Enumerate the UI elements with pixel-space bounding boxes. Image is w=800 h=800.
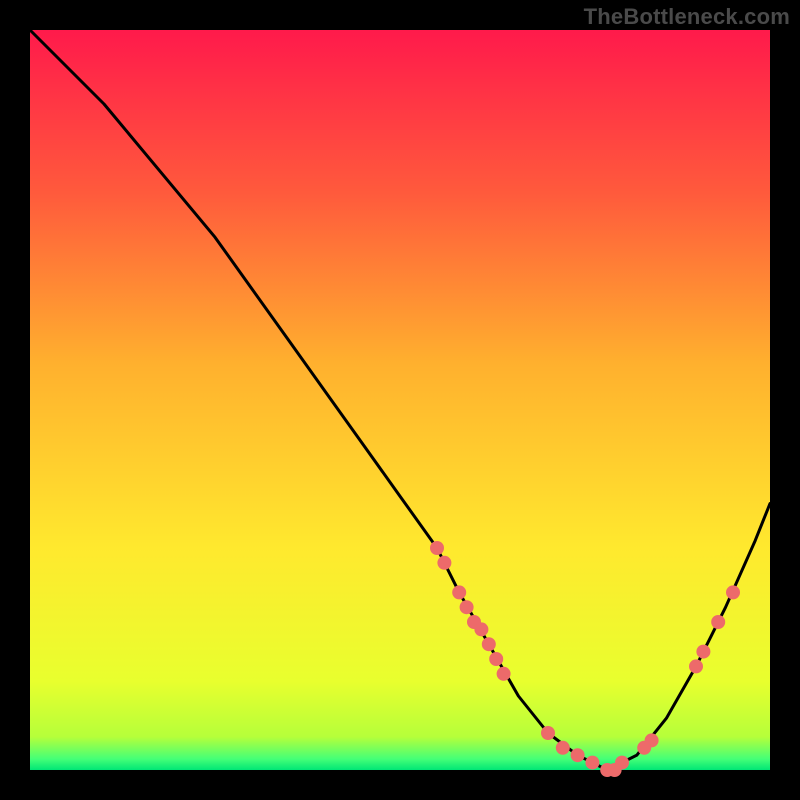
data-marker — [437, 556, 451, 570]
data-marker — [541, 726, 555, 740]
data-marker — [585, 756, 599, 770]
data-marker — [474, 622, 488, 636]
data-marker — [615, 756, 629, 770]
data-marker — [696, 645, 710, 659]
data-marker — [556, 741, 570, 755]
plot-background — [30, 30, 770, 770]
data-marker — [689, 659, 703, 673]
data-marker — [452, 585, 466, 599]
chart-canvas — [0, 0, 800, 800]
data-marker — [460, 600, 474, 614]
chart-frame: TheBottleneck.com — [0, 0, 800, 800]
data-marker — [726, 585, 740, 599]
data-marker — [482, 637, 496, 651]
data-marker — [430, 541, 444, 555]
data-marker — [497, 667, 511, 681]
data-marker — [711, 615, 725, 629]
data-marker — [571, 748, 585, 762]
data-marker — [645, 733, 659, 747]
data-marker — [489, 652, 503, 666]
